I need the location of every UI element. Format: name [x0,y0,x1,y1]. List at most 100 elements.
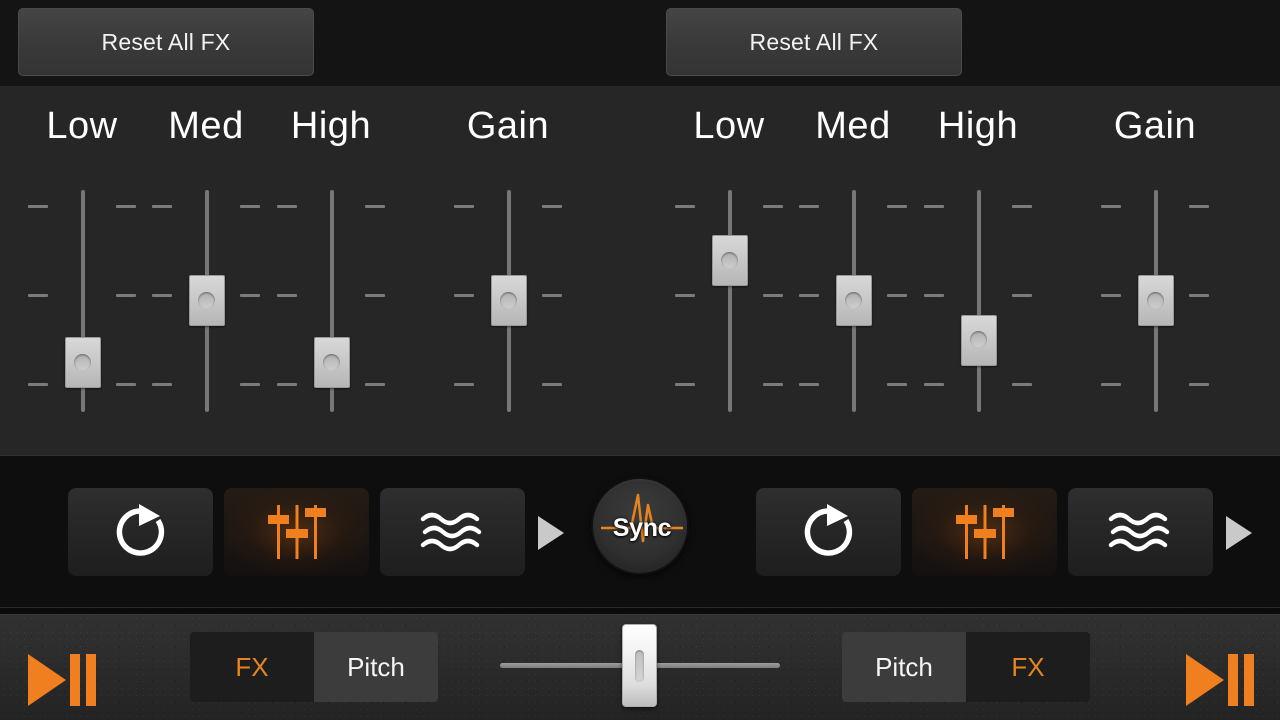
eq-fx-icon [955,505,1014,559]
fx-button-loop-left[interactable] [68,488,213,576]
fader-tick [924,294,944,297]
eq-label-low: Low [693,105,765,147]
fader-track [977,190,981,412]
fader-tick [365,205,385,208]
fader-knob-left-med[interactable] [189,275,225,326]
fader-tick [887,294,907,297]
filter-wave-icon [1108,512,1169,552]
fader-left-low[interactable] [17,181,147,421]
eq-column-right-low: Low [664,86,794,455]
fader-tick [116,294,136,297]
play-pause-left-button[interactable] [26,652,96,708]
fader-tick [763,205,783,208]
eq-panel: Low Med High Gain Low Med High Gain [0,86,1280,455]
dj-mixer-app: Reset All FX Reset All FX Low Med High Gain… [0,0,1280,720]
play-pause-icon [1186,654,1254,706]
fader-tick [28,294,48,297]
fader-tick [763,294,783,297]
play-pause-right-button[interactable] [1184,652,1254,708]
fader-track [728,190,732,412]
crossfader-knob[interactable] [622,624,657,707]
fader-tick [240,294,260,297]
top-bar: Reset All FX Reset All FX [0,0,1280,86]
fader-tick [1012,205,1032,208]
fader-knob-right-high[interactable] [961,314,997,366]
fader-tick [116,205,136,208]
fader-knob-left-low[interactable] [65,337,101,389]
reset-all-fx-left-button[interactable]: Reset All FX [18,8,314,76]
loop-icon [804,504,852,556]
fader-knob-right-med[interactable] [836,275,872,326]
fader-tick [277,383,297,386]
fader-tick [28,383,48,386]
eq-label-med: Med [168,105,244,147]
fader-tick [675,294,695,297]
eq-label-high: High [290,105,372,147]
fader-tick [365,383,385,386]
eq-column-left-gain: Gain [443,86,573,455]
fader-tick [1101,294,1121,297]
segment-group-right: Pitch FX [842,632,1090,702]
fader-tick [1012,383,1032,386]
fx-button-loop-right[interactable] [756,488,901,576]
fader-tick [542,383,562,386]
fader-right-high[interactable] [913,181,1043,421]
fader-tick [1101,383,1121,386]
fx-button-filter-wave-left[interactable] [380,488,525,576]
fader-knob-left-gain[interactable] [491,275,527,326]
fader-tick [1189,205,1209,208]
fader-knob-left-high[interactable] [314,337,350,389]
fader-tick [1189,383,1209,386]
fader-right-low[interactable] [664,181,794,421]
segment-right-pitch[interactable]: Pitch [842,632,966,702]
fader-tick [152,383,172,386]
fx-button-filter-wave-right[interactable] [1068,488,1213,576]
fader-tick [887,205,907,208]
fx-next-arrow-left[interactable] [538,516,564,550]
sync-label: Sync [612,514,672,542]
eq-fx-icon [267,505,326,559]
eq-column-left-high: High [266,86,396,455]
segment-left-fx[interactable]: FX [190,632,314,702]
fader-left-med[interactable] [141,181,271,421]
fader-tick [277,205,297,208]
eq-label-gain: Gain [1113,105,1197,147]
fx-button-eq-fx-left[interactable] [224,488,369,576]
fx-next-arrow-right[interactable] [1226,516,1252,550]
segment-group-left: FX Pitch [190,632,438,702]
eq-column-right-high: High [913,86,1043,455]
fader-left-high[interactable] [266,181,396,421]
loop-icon [116,504,164,556]
fader-tick [799,205,819,208]
play-pause-icon [28,654,96,706]
fader-tick [799,294,819,297]
fader-knob-right-low[interactable] [712,235,748,287]
segment-right-fx[interactable]: FX [966,632,1090,702]
fader-tick [1101,205,1121,208]
fader-right-gain[interactable] [1090,181,1220,421]
fader-knob-right-gain[interactable] [1138,275,1174,326]
fader-tick [887,383,907,386]
reset-all-fx-right-button[interactable]: Reset All FX [666,8,962,76]
fader-tick [1012,294,1032,297]
fader-left-gain[interactable] [443,181,573,421]
fader-tick [763,383,783,386]
fader-tick [116,383,136,386]
eq-column-right-med: Med [788,86,918,455]
fader-tick [675,205,695,208]
sync-button[interactable]: Sync [591,477,689,575]
eq-column-left-low: Low [17,86,147,455]
eq-column-left-med: Med [141,86,271,455]
fx-button-eq-fx-right[interactable] [912,488,1057,576]
fader-tick [542,205,562,208]
fader-tick [542,294,562,297]
fader-tick [675,383,695,386]
fader-tick [240,205,260,208]
eq-label-high: High [937,105,1019,147]
fader-right-med[interactable] [788,181,918,421]
segment-left-pitch[interactable]: Pitch [314,632,438,702]
fader-tick [924,383,944,386]
eq-column-right-gain: Gain [1090,86,1220,455]
fader-tick [28,205,48,208]
fader-tick [1189,294,1209,297]
